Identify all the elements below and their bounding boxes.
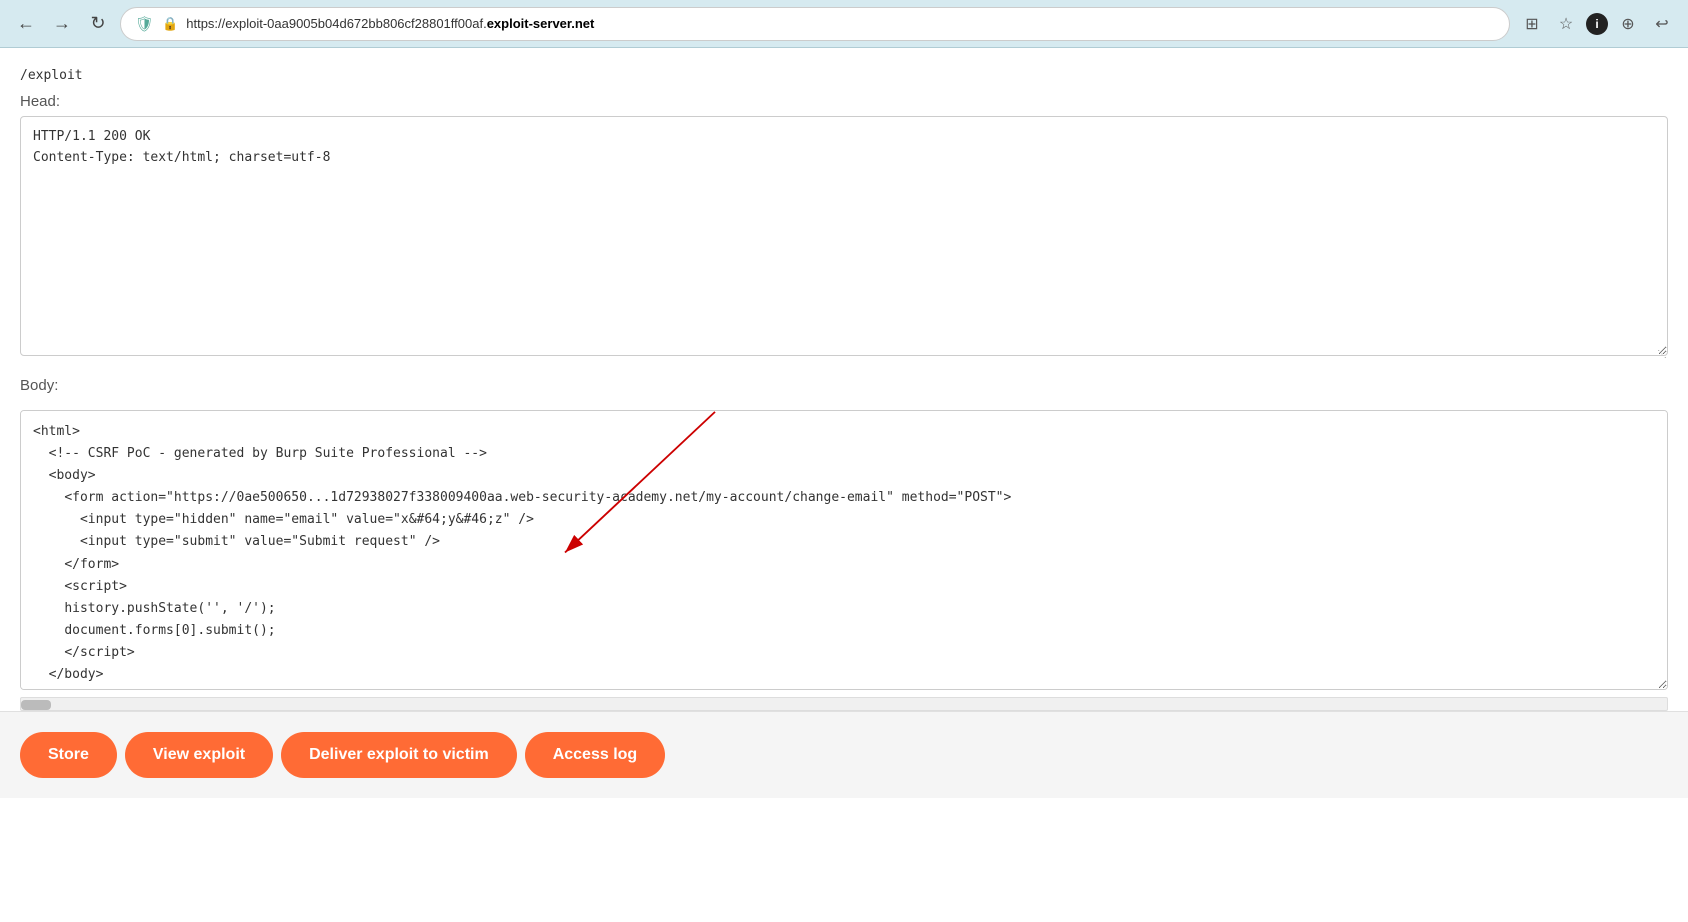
store-button[interactable]: Store	[20, 732, 117, 778]
body-label: Body:	[20, 377, 1668, 394]
buttons-row: Store View exploit Deliver exploit to vi…	[0, 711, 1688, 798]
qr-icon[interactable]: ⊞	[1518, 10, 1546, 38]
info-icon[interactable]: i	[1586, 13, 1608, 35]
forward-button[interactable]: →	[48, 10, 76, 38]
deliver-exploit-button[interactable]: Deliver exploit to victim	[281, 732, 517, 778]
body-scrollbar-area	[0, 697, 1688, 711]
browser-chrome: ← → ↻ 🛡 🔒 https://exploit-0aa9005b04d672…	[0, 0, 1688, 48]
exploit-path: /exploit	[0, 68, 1688, 83]
body-section-label-wrapper: Body:	[0, 377, 1688, 394]
head-textarea-wrapper: HTTP/1.1 200 OK Content-Type: text/html;…	[20, 116, 1668, 361]
body-textarea[interactable]: <html> <!-- CSRF PoC - generated by Burp…	[20, 410, 1668, 690]
body-section-wrapper: <html> <!-- CSRF PoC - generated by Burp…	[20, 410, 1668, 695]
star-icon[interactable]: ☆	[1552, 10, 1580, 38]
account-icon[interactable]: ↩	[1648, 10, 1676, 38]
url-display: https://exploit-0aa9005b04d672bb806cf288…	[186, 16, 594, 31]
head-resize-handle: ⋱	[1654, 347, 1668, 361]
lock-icon: 🔒	[162, 16, 178, 32]
head-textarea[interactable]: HTTP/1.1 200 OK Content-Type: text/html;…	[20, 116, 1668, 356]
extensions-icon[interactable]: ⊕	[1614, 10, 1642, 38]
shield-icon: 🛡	[135, 15, 154, 33]
head-label: Head:	[20, 93, 1668, 110]
reload-button[interactable]: ↻	[84, 10, 112, 38]
browser-actions: ⊞ ☆ i ⊕ ↩	[1518, 10, 1676, 38]
address-bar[interactable]: 🛡 🔒 https://exploit-0aa9005b04d672bb806c…	[120, 7, 1510, 41]
view-exploit-button[interactable]: View exploit	[125, 732, 273, 778]
access-log-button[interactable]: Access log	[525, 732, 665, 778]
head-section: Head: HTTP/1.1 200 OK Content-Type: text…	[0, 93, 1688, 361]
page-content: /exploit Head: HTTP/1.1 200 OK Content-T…	[0, 48, 1688, 922]
back-button[interactable]: ←	[12, 10, 40, 38]
